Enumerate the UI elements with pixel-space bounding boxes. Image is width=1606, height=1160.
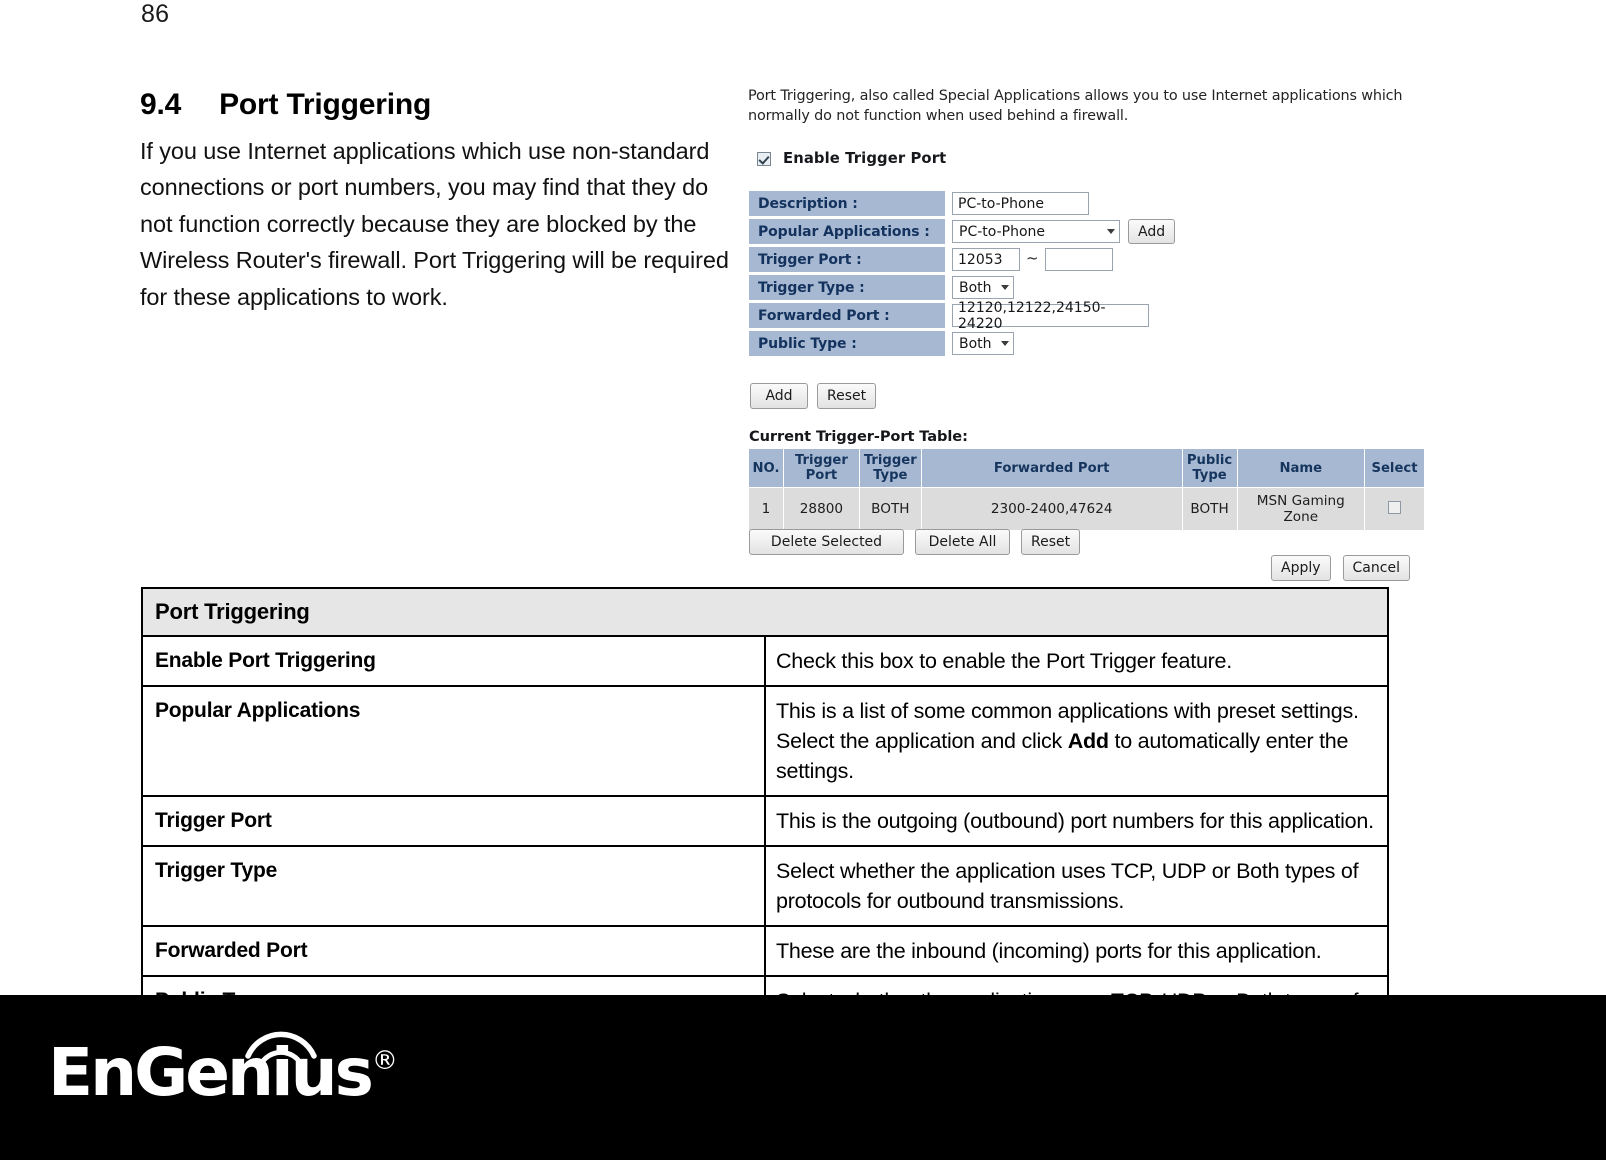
- delete-all-button[interactable]: Delete All: [915, 529, 1010, 555]
- col-header-trigger-type: Trigger Type: [858, 448, 922, 488]
- desc-header-row: Port Triggering: [141, 587, 1389, 637]
- port-triggering-description-table: Port Triggering Enable Port Triggering C…: [141, 587, 1389, 1057]
- range-separator: ~: [1026, 248, 1039, 267]
- cell-trigger-port: 28800: [782, 487, 860, 531]
- desc-row-popular-applications: Popular Applications This is a list of s…: [141, 685, 1389, 797]
- desc-definition: This is the outgoing (outbound) port num…: [764, 795, 1389, 847]
- form-add-button[interactable]: Add: [750, 383, 808, 409]
- col-header-forwarded-port: Forwarded Port: [920, 448, 1183, 488]
- row-select-checkbox[interactable]: [1388, 500, 1401, 514]
- forwarded-port-label: Forwarded Port :: [749, 303, 945, 328]
- col-header-trigger-port: Trigger Port: [782, 448, 860, 488]
- description-input[interactable]: PC-to-Phone: [952, 192, 1089, 215]
- enable-trigger-port-checkbox[interactable]: [757, 151, 771, 166]
- registered-trademark-icon: ®: [371, 1046, 398, 1076]
- form-row-public-type: Public Type : Both: [749, 331, 1175, 356]
- desc-row-trigger-port: Trigger Port This is the outgoing (outbo…: [141, 795, 1389, 847]
- port-triggering-blurb: Port Triggering, also called Special App…: [748, 88, 1403, 124]
- footer-bar: EnGenius ®: [0, 995, 1606, 1160]
- description-label: Description :: [749, 191, 945, 216]
- section-heading: 9.4 Port Triggering: [140, 88, 431, 122]
- desc-row-enable-port-triggering: Enable Port Triggering Check this box to…: [141, 635, 1389, 687]
- page-action-row: Apply Cancel: [1271, 555, 1410, 581]
- section-title: Port Triggering: [219, 88, 432, 121]
- table-action-row: Delete Selected Delete All Reset: [749, 529, 1081, 555]
- cancel-button[interactable]: Cancel: [1342, 555, 1410, 581]
- wifi-signal-icon: [245, 1031, 317, 1072]
- forwarded-port-input[interactable]: 12120,12122,24150-24220: [952, 300, 1149, 332]
- form-row-popular-applications: Popular Applications : PC-to-Phone Add: [749, 219, 1176, 244]
- trigger-type-select[interactable]: Both: [952, 276, 1014, 299]
- chevron-down-icon: [1107, 229, 1115, 234]
- form-row-forwarded-port: Forwarded Port : 12120,12122,24150-24220: [749, 300, 1175, 332]
- public-type-select[interactable]: Both: [952, 332, 1014, 355]
- table-row: 1 28800 BOTH 2300-2400,47624 BOTH MSN Ga…: [748, 487, 1425, 531]
- cell-no: 1: [748, 487, 784, 531]
- col-header-select: Select: [1364, 448, 1425, 488]
- public-type-selected-value: Both: [959, 335, 992, 352]
- cell-trigger-type: BOTH: [858, 487, 922, 531]
- desc-term: Trigger Type: [141, 845, 766, 927]
- chevron-down-icon: [1001, 341, 1009, 346]
- col-header-public-type: Public Type: [1181, 448, 1238, 488]
- chevron-down-icon: [1001, 285, 1009, 290]
- trigger-port-to-input[interactable]: [1044, 248, 1113, 271]
- desc-definition: Check this box to enable the Port Trigge…: [764, 635, 1389, 687]
- desc-term: Trigger Port: [141, 795, 766, 847]
- col-header-no: NO.: [748, 448, 784, 488]
- table-reset-button[interactable]: Reset: [1021, 529, 1081, 555]
- cell-select[interactable]: [1364, 487, 1425, 531]
- desc-term: Forwarded Port: [141, 925, 766, 977]
- desc-term: Popular Applications: [141, 685, 766, 797]
- trigger-port-label: Trigger Port :: [749, 247, 945, 272]
- public-type-label: Public Type :: [749, 331, 945, 356]
- desc-definition: These are the inbound (incoming) ports f…: [764, 925, 1389, 977]
- form-row-trigger-port: Trigger Port : 12053 ~: [749, 247, 1175, 272]
- cell-forwarded-port: 2300-2400,47624: [920, 487, 1183, 531]
- trigger-port-form: Description : PC-to-Phone Popular Applic…: [749, 191, 1176, 359]
- delete-selected-button[interactable]: Delete Selected: [749, 529, 904, 555]
- desc-row-forwarded-port: Forwarded Port These are the inbound (in…: [141, 925, 1389, 977]
- desc-row-trigger-type: Trigger Type Select whether the applicat…: [141, 845, 1389, 927]
- trigger-port-from-input[interactable]: 12053: [952, 248, 1020, 271]
- desc-definition-line2: Select the application and click Add to …: [776, 726, 1377, 786]
- section-paragraph: If you use Internet applications which u…: [140, 138, 729, 310]
- form-row-description: Description : PC-to-Phone: [749, 191, 1175, 216]
- router-admin-screenshot: Port Triggering, also called Special App…: [745, 86, 1425, 586]
- popular-applications-add-button[interactable]: Add: [1128, 219, 1176, 244]
- desc-line2-pre: Select the application and click: [776, 729, 1068, 753]
- cell-public-type: BOTH: [1181, 487, 1238, 531]
- table-header-row: NO. Trigger Port Trigger Type Forwarded …: [748, 448, 1425, 488]
- form-action-row: Add Reset: [750, 383, 877, 409]
- current-trigger-port-table-title: Current Trigger-Port Table:: [749, 428, 968, 445]
- popular-applications-select[interactable]: PC-to-Phone: [952, 220, 1120, 243]
- popular-applications-selected-value: PC-to-Phone: [959, 223, 1046, 240]
- current-trigger-port-table: NO. Trigger Port Trigger Type Forwarded …: [748, 448, 1425, 531]
- desc-term: Enable Port Triggering: [141, 635, 766, 687]
- enable-trigger-port-row[interactable]: Enable Trigger Port: [757, 150, 946, 167]
- cell-name: MSN Gaming Zone: [1236, 487, 1366, 531]
- page-number: 86: [141, 0, 170, 28]
- trigger-type-selected-value: Both: [959, 279, 992, 296]
- col-header-name: Name: [1236, 448, 1366, 488]
- popular-applications-label: Popular Applications :: [749, 219, 945, 244]
- desc-table-header: Port Triggering: [141, 587, 1389, 637]
- enable-trigger-port-label: Enable Trigger Port: [783, 150, 947, 167]
- desc-definition-line1: This is a list of some common applicatio…: [776, 699, 1359, 723]
- desc-line2-bold: Add: [1067, 729, 1109, 753]
- form-row-trigger-type: Trigger Type : Both: [749, 275, 1175, 300]
- desc-definition: Select whether the application uses TCP,…: [764, 845, 1389, 927]
- section-number: 9.4: [140, 88, 182, 121]
- form-reset-button[interactable]: Reset: [817, 383, 877, 409]
- apply-button[interactable]: Apply: [1271, 555, 1331, 581]
- desc-definition: This is a list of some common applicatio…: [764, 685, 1389, 797]
- engenius-wordmark: EnGenius: [48, 1034, 374, 1111]
- engenius-logo: EnGenius ®: [48, 1031, 398, 1111]
- trigger-type-label: Trigger Type :: [749, 275, 945, 300]
